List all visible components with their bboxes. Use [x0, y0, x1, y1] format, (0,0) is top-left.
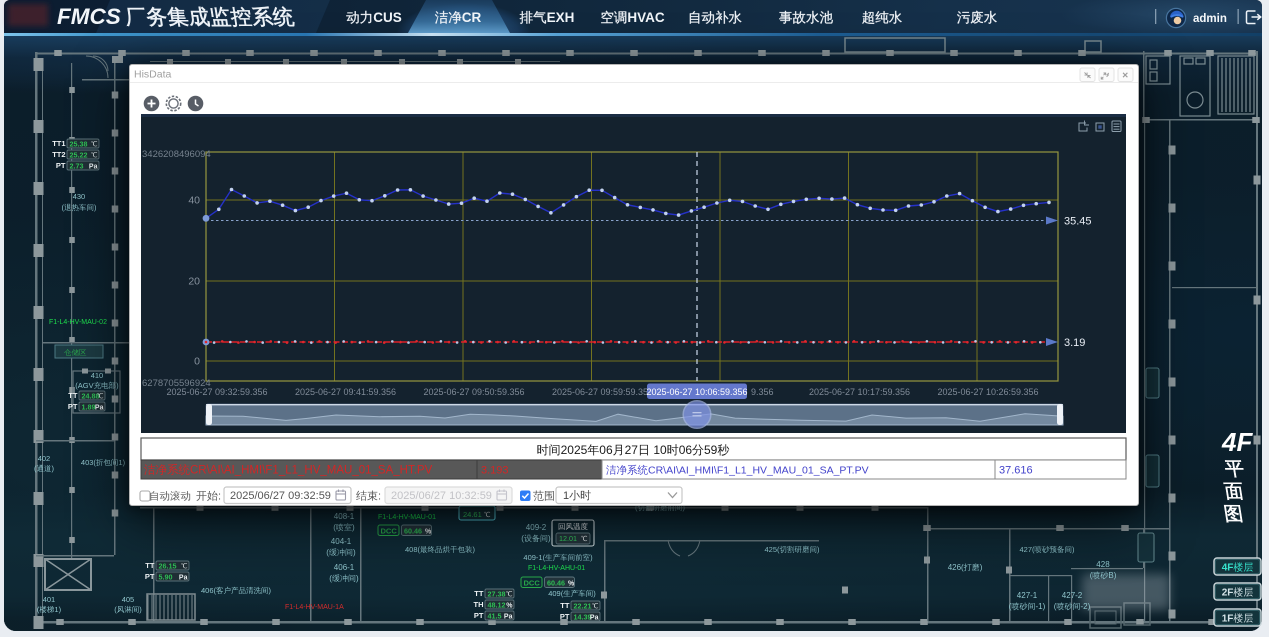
svg-text:CUS: CUS	[373, 10, 402, 25]
svg-text:2025/06/27 10:32:59: 2025/06/27 10:32:59	[391, 490, 492, 502]
svg-text:4F: 4F	[1221, 427, 1253, 457]
svg-text:2025/06/27 09:32:59: 2025/06/27 09:32:59	[230, 490, 331, 502]
svg-text:59: 59	[704, 443, 718, 457]
svg-text:06: 06	[679, 443, 693, 457]
svg-text:HVAC: HVAC	[627, 10, 665, 25]
svg-text:CR\AI\AI_HMI\F1_L1_HV_MAU_01_S: CR\AI\AI_HMI\F1_L1_HV_MAU_01_SA_PT.PV	[648, 465, 869, 477]
svg-text:HisData: HisData	[134, 69, 172, 81]
svg-text:EXH: EXH	[547, 10, 575, 25]
svg-text:CR\AI\AI_HMI\F1_L1_HV_MAU_01_S: CR\AI\AI_HMI\F1_L1_HV_MAU_01_SA_HT.PV	[190, 465, 433, 477]
svg-text:CR: CR	[462, 10, 482, 25]
svg-text:3.193: 3.193	[481, 465, 509, 477]
svg-text:1F: 1F	[1222, 614, 1234, 625]
svg-text:27: 27	[625, 443, 639, 457]
svg-text:10: 10	[650, 443, 667, 457]
svg-text::: :	[378, 491, 381, 503]
svg-text:2F: 2F	[1222, 588, 1234, 599]
svg-text:2025: 2025	[561, 443, 588, 457]
svg-text:admin: admin	[1193, 13, 1227, 25]
svg-text::: :	[218, 491, 221, 503]
svg-text:06: 06	[599, 443, 613, 457]
svg-text:37.616: 37.616	[999, 465, 1033, 477]
svg-text:FMCS: FMCS	[57, 4, 121, 29]
svg-text:1: 1	[563, 490, 569, 502]
svg-text:4F: 4F	[1222, 563, 1234, 574]
